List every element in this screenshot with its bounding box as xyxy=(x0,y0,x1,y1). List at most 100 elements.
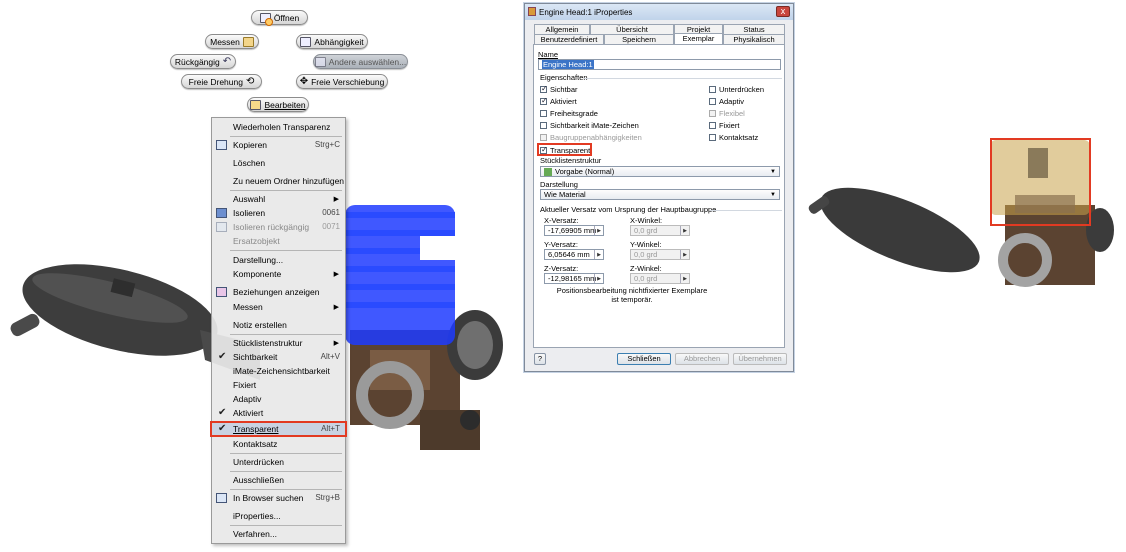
checkbox-box xyxy=(709,98,716,105)
measure-button[interactable]: Messen xyxy=(205,34,259,49)
menu-item-repeat-transparency[interactable]: Wiederholen Transparenz xyxy=(212,119,345,134)
contact-set-checkbox[interactable]: Kontaktsatz xyxy=(709,133,758,142)
free-move-button[interactable]: ✥ Freie Verschiebung xyxy=(296,74,388,89)
menu-item-iproperties[interactable]: iProperties... xyxy=(212,508,345,523)
menu-label: Komponente xyxy=(233,268,282,279)
assembly-constraints-checkbox[interactable]: Baugruppenabhängigkeiten xyxy=(540,133,642,142)
close-dialog-button[interactable]: Schließen xyxy=(617,353,671,365)
menu-item-imate-visibility[interactable]: iMate-Zeichensichtbarkeit xyxy=(212,363,345,378)
isolate-icon xyxy=(216,207,227,218)
menu-label: Sichtbarkeit xyxy=(233,351,278,362)
free-rotate-button[interactable]: Freie Drehung ⟲ xyxy=(181,74,262,89)
select-other-label: Andere auswählen... xyxy=(328,56,407,67)
chevron-down-icon: ▼ xyxy=(770,191,776,198)
dof-checkbox[interactable]: Freiheitsgrade xyxy=(540,109,598,118)
menu-item-substitute[interactable]: Ersatzobjekt xyxy=(212,233,345,248)
menu-item-appearance[interactable]: Darstellung... xyxy=(212,252,345,267)
x-offset-label: X-Versatz: xyxy=(544,216,579,225)
edit-label: Bearbeiten xyxy=(264,99,306,110)
menu-item-visibility[interactable]: ✔ Sichtbarkeit Alt+V xyxy=(212,349,345,364)
assembly-constraints-label: Baugruppenabhängigkeiten xyxy=(550,133,642,142)
z-offset-value: -12,98165 mm xyxy=(548,274,597,283)
menu-item-show-relations[interactable]: Beziehungen anzeigen xyxy=(212,284,345,299)
y-offset-field[interactable]: 6,05646 mm ▶ xyxy=(544,249,604,260)
open-button[interactable]: Öffnen xyxy=(251,10,308,26)
z-offset-field[interactable]: -12,98165 mm ▶ xyxy=(544,273,604,284)
menu-item-add-to-folder[interactable]: Zu neuem Ordner hinzufügen xyxy=(212,173,345,188)
menu-label: Darstellung... xyxy=(233,254,284,265)
display-dropdown[interactable]: Wie Material ▼ xyxy=(540,189,780,200)
tab-general[interactable]: Allgemein xyxy=(534,24,590,34)
menu-item-selection[interactable]: Auswahl ▶ xyxy=(212,191,345,206)
menu-label: Isolieren xyxy=(233,207,266,218)
menu-item-undo-isolate[interactable]: Isolieren rückgängig 0071 xyxy=(212,219,345,234)
cancel-button[interactable]: Abbrechen xyxy=(675,353,729,365)
menu-item-find-in-browser[interactable]: In Browser suchen Strg+B xyxy=(212,490,345,505)
menu-item-grounded[interactable]: Fixiert xyxy=(212,377,345,392)
menu-item-suppress[interactable]: Unterdrücken xyxy=(212,454,345,469)
tab-custom[interactable]: Benutzerdefiniert xyxy=(534,34,604,44)
x-angle-field[interactable]: 0,0 grd ▶ xyxy=(630,225,690,236)
undo-label: Rückgängig xyxy=(174,56,220,67)
menu-label: Ausschließen xyxy=(233,474,285,485)
context-menu: Wiederholen Transparenz Kopieren Strg+C L… xyxy=(211,117,346,544)
menu-item-bom-structure[interactable]: Stücklistenstruktur ▶ xyxy=(212,335,345,350)
help-button[interactable]: ? xyxy=(534,353,546,365)
menu-label: Isolieren rückgängig xyxy=(233,221,310,232)
menu-label: Löschen xyxy=(233,157,266,168)
menu-label: Wiederholen Transparenz xyxy=(233,121,331,132)
menu-item-delete[interactable]: Löschen xyxy=(212,155,345,170)
menu-item-contact-set[interactable]: Kontaktsatz xyxy=(212,436,345,451)
z-angle-value: 0,0 grd xyxy=(634,274,658,283)
checkbox-box xyxy=(540,84,548,93)
z-angle-field[interactable]: 0,0 grd ▶ xyxy=(630,273,690,284)
free-move-label: Freie Verschiebung xyxy=(311,76,385,87)
undo-button[interactable]: Rückgängig ↶ xyxy=(170,54,236,69)
spinner-icon: ▶ xyxy=(680,274,689,283)
menu-item-component[interactable]: Komponente ▶ xyxy=(212,266,345,281)
menu-item-exclude[interactable]: Ausschließen xyxy=(212,472,345,487)
edit-button[interactable]: Bearbeiten xyxy=(247,97,309,112)
grounded-checkbox[interactable]: Fixiert xyxy=(709,121,739,130)
imate-visibility-checkbox[interactable]: Sichtbarkeit iMate-Zeichen xyxy=(540,121,639,130)
select-other-button[interactable]: Andere auswählen... xyxy=(313,54,408,69)
spinner-icon: ▶ xyxy=(594,250,603,259)
dialog-close-button[interactable]: x xyxy=(776,6,790,17)
menu-item-copy[interactable]: Kopieren Strg+C xyxy=(212,137,345,152)
rotate-icon: ⟲ xyxy=(245,76,255,87)
submenu-arrow-icon: ▶ xyxy=(333,270,339,278)
suppress-checkbox[interactable]: Unterdrücken xyxy=(709,85,764,94)
menu-separator xyxy=(230,250,342,251)
spinner-icon: ▶ xyxy=(594,226,603,235)
checkbox-box xyxy=(540,122,547,129)
menu-shortcut: Strg+B xyxy=(315,493,340,502)
y-angle-value: 0,0 grd xyxy=(634,250,658,259)
find-icon xyxy=(216,492,227,503)
tab-save[interactable]: Speichern xyxy=(604,34,674,44)
menu-item-isolate[interactable]: Isolieren 0061 xyxy=(212,205,345,220)
menu-item-adaptive[interactable]: Adaptiv xyxy=(212,391,345,406)
menu-item-create-note[interactable]: Notiz erstellen xyxy=(212,317,345,332)
tab-physical[interactable]: Physikalisch xyxy=(723,34,785,44)
x-offset-field[interactable]: -17,69905 mm ▶ xyxy=(544,225,604,236)
open-icon xyxy=(259,12,273,26)
apply-button[interactable]: Übernehmen xyxy=(733,353,787,365)
visible-checkbox[interactable]: Sichtbar xyxy=(540,84,578,94)
name-label: Name xyxy=(538,50,559,59)
menu-label: Unterdrücken xyxy=(233,456,285,467)
menu-item-measure[interactable]: Messen ▶ xyxy=(212,299,345,314)
properties-group-line xyxy=(584,78,782,79)
y-angle-field[interactable]: 0,0 grd ▶ xyxy=(630,249,690,260)
flexible-checkbox[interactable]: Flexibel xyxy=(709,109,745,118)
bom-dropdown[interactable]: Vorgabe (Normal) ▼ xyxy=(540,166,780,177)
menu-item-procedure[interactable]: Verfahren... xyxy=(212,526,345,541)
name-field[interactable]: Engine Head:1 xyxy=(538,59,781,70)
enabled-checkbox[interactable]: Aktiviert xyxy=(540,96,577,106)
menu-label: Beziehungen anzeigen xyxy=(233,286,320,297)
dependency-button[interactable]: Abhängigkeit xyxy=(296,34,368,49)
tab-summary[interactable]: Übersicht xyxy=(590,24,674,34)
menu-item-enabled[interactable]: ✔ Aktiviert xyxy=(212,405,345,420)
adaptive-checkbox[interactable]: Adaptiv xyxy=(709,97,744,106)
checkbox-box xyxy=(540,110,547,117)
tab-status[interactable]: Status xyxy=(723,24,785,34)
